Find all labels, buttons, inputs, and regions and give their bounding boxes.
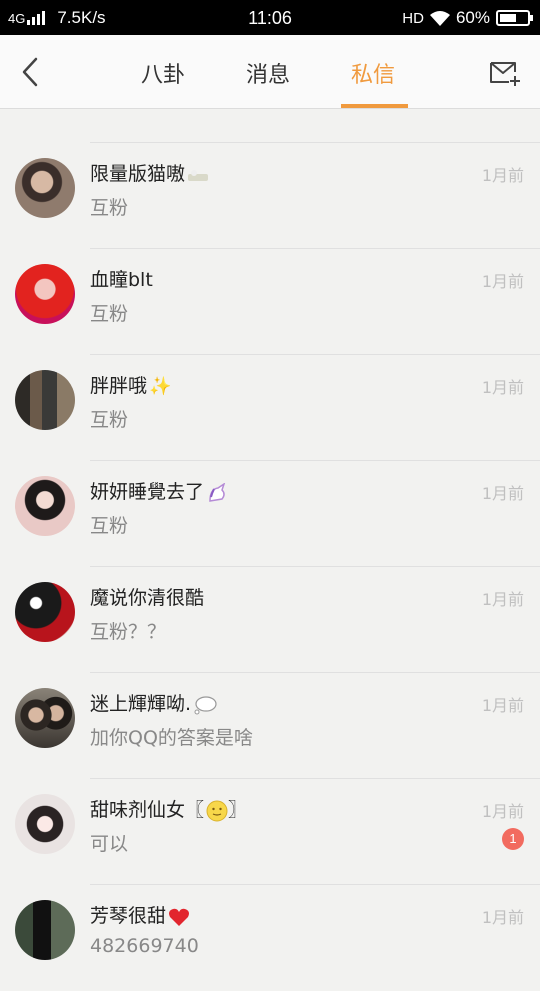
compose-message-icon[interactable] <box>488 59 522 87</box>
wifi-icon <box>429 10 450 26</box>
active-tab-indicator <box>341 104 408 108</box>
avatar <box>15 688 75 748</box>
conversation-item[interactable]: 胖胖哦 ✨ 互粉 1月前 <box>0 355 540 461</box>
conversation-item[interactable]: 血瞳blt 互粉 1月前 <box>0 249 540 355</box>
conversation-name: 迷上輝輝呦. <box>90 689 217 716</box>
conversation-time: 1月前 <box>481 166 524 185</box>
unread-badge: 1 <box>502 828 524 850</box>
tab-private-messages[interactable]: 私信 <box>351 57 395 89</box>
top-nav-bar: 八卦 消息 私信 <box>0 35 540 109</box>
smiley-emoji-icon <box>206 800 228 821</box>
avatar <box>15 900 75 960</box>
conversation-preview: 加你QQ的答案是啥 <box>90 727 253 749</box>
battery-percent: 60% <box>455 8 490 27</box>
conversation-preview: 482669740 <box>90 935 199 957</box>
heart-emoji-icon <box>169 908 190 926</box>
avatar <box>15 794 75 854</box>
cat-emoji-icon <box>188 169 209 181</box>
conversation-preview: 互粉？？ <box>90 621 167 643</box>
tab-gossip[interactable]: 八卦 <box>141 57 185 89</box>
conversation-item[interactable]: 芳琴很甜 482669740 1月前 <box>0 885 540 991</box>
conversation-name: 血瞳blt <box>90 269 153 291</box>
conversation-preview: 互粉 <box>90 303 129 325</box>
tab-messages[interactable]: 消息 <box>246 57 290 89</box>
conversation-preview: 互粉 <box>90 409 129 431</box>
battery-icon <box>496 10 533 26</box>
conversation-item[interactable]: 魔说你清很酷 互粉？？ 1月前 <box>0 567 540 673</box>
conversation-time: 1月前 <box>481 802 524 821</box>
conversation-preview: 互粉 <box>90 515 129 537</box>
avatar <box>15 264 75 324</box>
conversation-item[interactable]: 限量版猫嗷 互粉 1月前 <box>0 143 540 249</box>
back-arrow-icon[interactable] <box>16 55 46 89</box>
hd-indicator: HD <box>402 9 424 27</box>
avatar <box>15 582 75 642</box>
avatar <box>15 476 75 536</box>
conversation-item[interactable]: 迷上輝輝呦. 加你QQ的答案是啥 1月前 <box>0 673 540 779</box>
conversation-time: 1月前 <box>481 908 524 927</box>
conversation-time: 1月前 <box>481 378 524 397</box>
conversation-time: 1月前 <box>481 590 524 609</box>
conversation-name: 甜味剂仙女〖〗 <box>90 799 248 821</box>
conversation-name: 妍妍睡覺去了 <box>90 477 228 504</box>
avatar <box>15 158 75 218</box>
avatar <box>15 370 75 430</box>
conversation-item[interactable]: 甜味剂仙女〖〗 可以 1月前 1 <box>0 779 540 885</box>
conversation-name: 芳琴很甜 <box>90 901 190 928</box>
conversation-name: 胖胖哦 ✨ <box>90 375 172 397</box>
conversation-time: 1月前 <box>481 696 524 715</box>
conversation-item[interactable]: 妍妍睡覺去了 互粉 1月前 <box>0 461 540 567</box>
status-bar: 4G 7.5K/s 11:06 HD 60% <box>0 0 540 35</box>
conversation-name: 限量版猫嗷 <box>90 159 209 186</box>
conversation-time: 1月前 <box>481 484 524 503</box>
conversation-time: 1月前 <box>481 272 524 291</box>
conversation-preview: 互粉 <box>90 197 129 219</box>
thought-bubble-emoji-icon <box>194 695 217 714</box>
conversation-name: 魔说你清很酷 <box>90 587 205 609</box>
sparkles-emoji-icon: ✨ <box>149 376 172 397</box>
conversation-preview: 可以 <box>90 833 129 855</box>
unicorn-emoji-icon <box>209 482 226 502</box>
